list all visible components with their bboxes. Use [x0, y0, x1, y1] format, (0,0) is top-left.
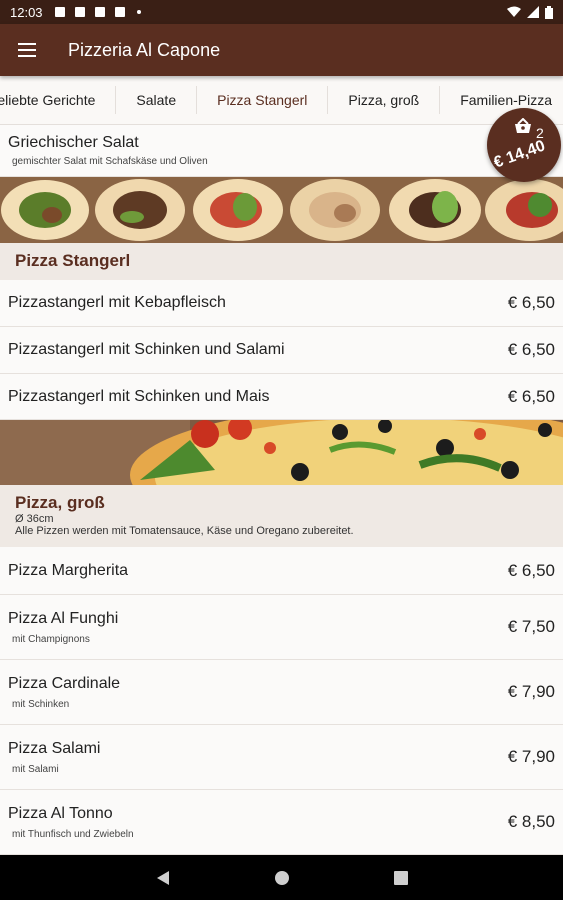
item-name: Pizzastangerl mit Kebapfleisch: [8, 294, 226, 311]
tab-familien-pizza[interactable]: Familien-Pizza: [440, 86, 563, 114]
menu-list: Griechischer Salat gemischter Salat mit …: [0, 125, 563, 855]
item-price: € 6,50: [507, 560, 555, 580]
item-name: Pizzastangerl mit Schinken und Salami: [8, 341, 285, 358]
section-title: Pizza, groß: [15, 493, 105, 512]
signal-icon: [527, 6, 539, 18]
cart-button[interactable]: 2 € 14,40: [487, 108, 561, 182]
tab-pizza-gross[interactable]: Pizza, groß: [328, 86, 441, 114]
item-price: € 7,90: [507, 747, 555, 766]
pizza-photo: [0, 420, 563, 485]
category-banner-image: [0, 177, 563, 243]
menu-item[interactable]: Pizza Margherita € 6,50: [0, 547, 563, 595]
tab-salate[interactable]: Salate: [116, 86, 198, 114]
item-price: € 8,50: [507, 812, 555, 831]
battery-icon: [545, 5, 553, 19]
category-tabs: Beliebte Gerichte Salate Pizza Stangerl …: [0, 76, 563, 125]
menu-item[interactable]: Pizza Al Tonno mit Thunfisch und Zwiebel…: [0, 790, 563, 855]
recents-icon[interactable]: [393, 870, 408, 885]
section-size: Ø 36cm: [15, 513, 54, 525]
notification-icon: [74, 7, 85, 17]
tab-beliebte-gerichte[interactable]: Beliebte Gerichte: [0, 86, 117, 114]
notification-icon: [54, 7, 65, 17]
item-name: Griechischer Salat: [8, 134, 139, 151]
item-name: Pizza Margherita: [8, 561, 129, 579]
menu-item[interactable]: Pizza Cardinale mit Schinken € 7,90: [0, 660, 563, 725]
item-name: Pizzastangerl mit Schinken und Mais: [8, 387, 270, 405]
back-icon[interactable]: [156, 870, 170, 886]
wraps-photo: [0, 177, 563, 243]
app-title: Pizzeria Al Capone: [68, 39, 221, 60]
tab-pizza-stangerl[interactable]: Pizza Stangerl: [197, 86, 329, 114]
item-price: € 7,90: [507, 682, 555, 701]
cart-total: € 14,40: [491, 137, 548, 172]
item-name: Pizza Al Tonno: [8, 804, 113, 822]
item-price: € 6,50: [507, 293, 555, 312]
section-note: Alle Pizzen werden mit Tomatensauce, Käs…: [15, 525, 354, 537]
item-price: € 6,50: [507, 386, 555, 406]
home-icon[interactable]: [274, 870, 290, 886]
section-header: Pizza Stangerl: [0, 243, 563, 280]
wifi-icon: [507, 6, 521, 17]
app-bar: Pizzeria Al Capone: [0, 24, 563, 76]
system-nav-bar: [0, 855, 563, 900]
status-bar: 12:03: [0, 0, 563, 24]
menu-item[interactable]: Pizza Salami mit Salami € 7,90: [0, 725, 563, 790]
shopping-bag-icon: [515, 118, 531, 133]
item-price: € 7,50: [507, 617, 555, 636]
section-header: Pizza, groß Ø 36cm Alle Pizzen werden mi…: [0, 485, 563, 547]
notification-icon: [94, 7, 105, 17]
hamburger-menu-icon[interactable]: [18, 39, 36, 61]
more-notifications-icon: [136, 10, 141, 14]
item-description: mit Thunfisch und Zwiebeln: [12, 828, 134, 840]
category-banner-image: [0, 420, 563, 485]
item-name: Pizza Salami: [8, 739, 101, 757]
item-name: Pizza Cardinale: [8, 674, 121, 692]
menu-item[interactable]: Griechischer Salat gemischter Salat mit …: [0, 125, 563, 177]
menu-item[interactable]: Pizzastangerl mit Kebapfleisch € 6,50: [0, 280, 563, 327]
item-name: Pizza Al Funghi: [8, 609, 119, 627]
item-price: € 6,50: [507, 340, 555, 359]
notification-icon: [114, 7, 125, 17]
item-description: gemischter Salat mit Schafskäse und Oliv…: [12, 156, 208, 167]
section-title: Pizza Stangerl: [15, 251, 131, 270]
menu-item[interactable]: Pizza Al Funghi mit Champignons € 7,50: [0, 595, 563, 660]
menu-item[interactable]: Pizzastangerl mit Schinken und Salami € …: [0, 327, 563, 374]
item-description: mit Champignons: [12, 633, 90, 645]
item-description: mit Schinken: [12, 698, 70, 710]
menu-item[interactable]: Pizzastangerl mit Schinken und Mais € 6,…: [0, 374, 563, 420]
status-time: 12:03: [10, 4, 43, 20]
item-description: mit Salami: [12, 763, 59, 775]
